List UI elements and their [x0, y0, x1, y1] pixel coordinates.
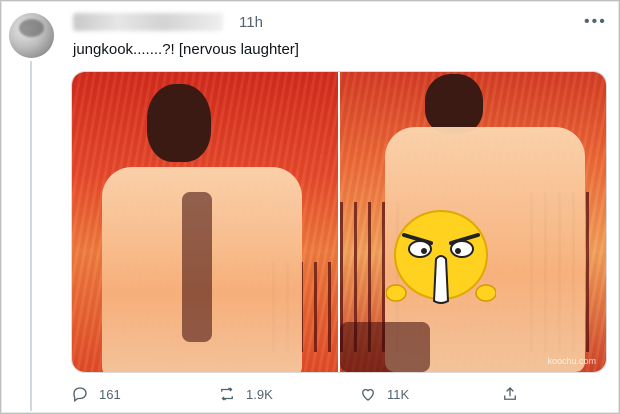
tweet-time[interactable]: 11h: [239, 14, 263, 31]
crowd-silhouette: [340, 322, 430, 372]
blurred-username[interactable]: [73, 13, 223, 31]
performer-shirt: [182, 192, 212, 342]
media-image-1[interactable]: [72, 72, 338, 372]
tweet-card: 11h ••• jungkook.......?! [nervous laugh…: [0, 0, 620, 414]
retweet-icon: [221, 387, 233, 401]
watermark: koochu.com: [547, 356, 596, 366]
reply-count: 161: [99, 386, 121, 402]
tweet-text: jungkook.......?! [nervous laughter]: [73, 41, 299, 58]
like-count: 11K: [387, 386, 410, 402]
heart-icon: [362, 388, 374, 401]
tweet-media[interactable]: koochu.com: [71, 71, 607, 373]
more-dots-icon[interactable]: •••: [584, 14, 607, 30]
thread-line: [30, 61, 32, 411]
performer-head: [147, 84, 211, 162]
retweet-count: 1.9K: [246, 386, 273, 402]
share-icon: [504, 387, 516, 400]
avatar[interactable]: [9, 13, 54, 58]
angry-face-emoji-icon: [386, 210, 496, 304]
reply-icon: [73, 387, 87, 403]
like-button[interactable]: 11K: [359, 385, 409, 403]
share-button[interactable]: [501, 385, 519, 403]
performer-head: [425, 74, 483, 134]
tweet-actions: 161 1.9K 11K: [1, 385, 620, 409]
reply-button[interactable]: 161: [71, 385, 121, 403]
retweet-button[interactable]: 1.9K: [218, 385, 273, 403]
